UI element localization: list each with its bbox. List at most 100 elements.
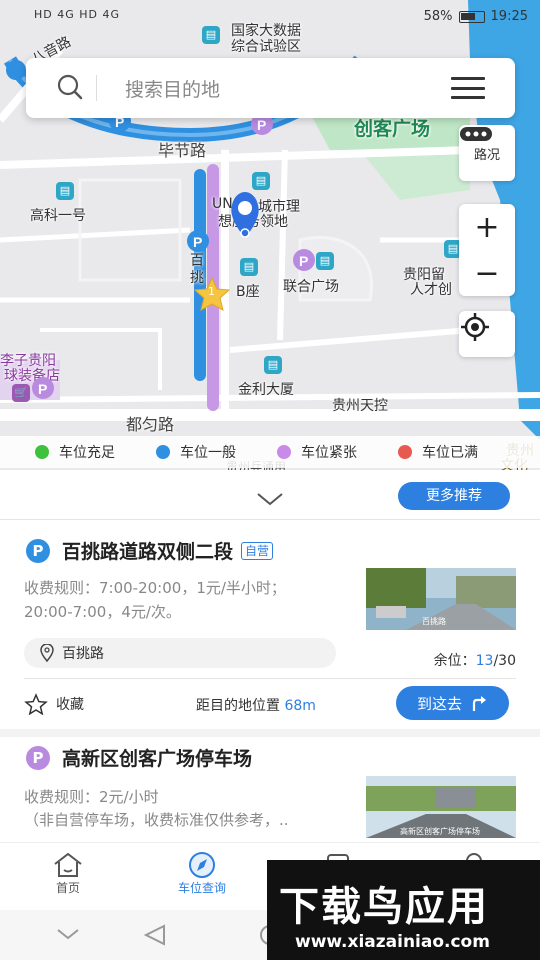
poi-chuangke[interactable]: 创客广场 — [354, 114, 430, 141]
watermark-banner: 下载鸟应用 www.xiazainiao.com — [267, 860, 540, 960]
card1-address: 百挑路 — [24, 638, 336, 668]
star-marker-number: 1 — [208, 285, 215, 298]
app-screen: 国家大数据 综合试验区 ▤ 八音路 创客广场 毕节路 ▤ 高科一号 ▤ UN 城… — [0, 0, 540, 960]
traffic-label: 路况 — [473, 147, 500, 163]
poi-jinli[interactable]: 金利大厦 — [238, 379, 294, 399]
compass-icon — [189, 852, 215, 878]
signal-info: HD 4G HD 4G — [34, 8, 121, 21]
legend-dot — [156, 445, 170, 459]
legend-label: 车位已满 — [422, 445, 478, 461]
card1-title-row[interactable]: P 百挑路道路双侧二段 自营 — [26, 537, 274, 564]
card2-thumb-caption: 高新区创客广场停车场 — [400, 827, 480, 836]
remaining-total: /30 — [493, 653, 516, 669]
card1-thumbnail: 百挑路 — [366, 568, 516, 630]
card1-distance: 距目的地位置 68m — [196, 695, 316, 715]
poi-rencai: 人才创 — [410, 282, 452, 298]
legend-dot — [398, 445, 412, 459]
navigate-label: 到这去 — [416, 694, 462, 713]
chevron-down-icon[interactable] — [256, 492, 284, 506]
card1-fee-line1: 收费规则：7:00-20:00，1元/半小时； — [24, 579, 286, 597]
search-icon — [52, 68, 92, 108]
legend-label: 车位充足 — [59, 445, 115, 461]
legend-item: 车位已满 — [398, 442, 519, 462]
menu-icon[interactable] — [451, 77, 485, 99]
poi-bzuo: B座 — [236, 284, 260, 300]
home-icon — [54, 852, 82, 877]
legend-item: 车位紧张 — [277, 442, 398, 462]
battery-percent: 58% — [423, 9, 453, 24]
tab-parking-search-label: 车位查询 — [177, 881, 226, 895]
star-icon — [24, 693, 48, 715]
traffic-icon — [460, 127, 492, 141]
building-icon: ▤ — [316, 252, 334, 270]
zoom-controls: + − — [459, 204, 515, 296]
card2-thumbnail: 高新区创客广场停车场 — [366, 776, 516, 838]
clock: 19:25 — [490, 9, 528, 24]
card1-title: 百挑路道路双侧二段 — [62, 541, 234, 563]
turn-right-icon — [472, 696, 486, 711]
parking-icon: P — [26, 745, 50, 770]
locate-icon — [461, 313, 489, 341]
watermark-url: www.xiazainiao.com — [295, 932, 490, 952]
map-view[interactable]: 国家大数据 综合试验区 ▤ 八音路 创客广场 毕节路 ▤ 高科一号 ▤ UN 城… — [0, 0, 540, 470]
legend-label: 车位紧张 — [301, 445, 357, 461]
shop-icon: 🛒 — [12, 384, 30, 402]
card2-fee-line1: 收费规则：2元/小时 — [24, 788, 159, 806]
status-bar: HD 4G HD 4G 58% 19:25 — [0, 0, 540, 36]
favorite-label: 收藏 — [56, 697, 84, 713]
divider — [0, 519, 540, 520]
search-bar[interactable]: 搜索目的地 — [26, 58, 515, 118]
zoom-in-button[interactable]: + — [459, 204, 515, 250]
card1-thumb-caption: 百挑路 — [422, 617, 446, 626]
search-separator — [96, 75, 97, 101]
distance-value: 68m — [284, 698, 316, 714]
poi-citymgmt-line2: 想服务领地 — [218, 214, 288, 230]
poi-unc: UN — [212, 196, 233, 212]
card1-remaining: 余位：13/30 — [434, 650, 516, 670]
building-icon: ▤ — [264, 356, 282, 374]
distance-label: 距目的地位置 — [196, 698, 280, 714]
road-bijie: 毕节路 — [158, 141, 207, 160]
collapse-icon — [57, 929, 79, 940]
divider — [24, 678, 516, 679]
search-input[interactable]: 搜索目的地 — [125, 75, 451, 102]
legend-dot — [35, 445, 49, 459]
self-operated-badge: 自营 — [241, 541, 274, 560]
locate-button[interactable] — [459, 311, 515, 357]
legend-label: 车位一般 — [180, 445, 236, 461]
building-icon: ▤ — [240, 258, 258, 276]
poi-tiankong[interactable]: 贵州天控 — [332, 395, 388, 415]
card1-fee-line2: 20:00-7:00，4元/次。 — [24, 603, 181, 621]
building-icon: ▤ — [56, 182, 74, 200]
poi-qiuzhuang: 球装备店 — [4, 368, 60, 384]
zoom-out-button[interactable]: − — [459, 250, 515, 296]
poi-baitiao-line2: 挑 — [190, 270, 204, 286]
card2-title-row[interactable]: P 高新区创客广场停车场 — [26, 744, 252, 771]
watermark-title: 下载鸟应用 — [279, 884, 489, 930]
status-right: 58% 19:25 — [424, 9, 528, 24]
parking-legend: 车位充足 车位一般 车位紧张 车位已满 — [0, 436, 540, 468]
card1-address-text: 百挑路 — [62, 646, 104, 662]
card-separator — [0, 729, 540, 737]
more-recommend-button[interactable]: 更多推荐 — [398, 482, 510, 510]
back-icon — [143, 924, 165, 946]
legend-item: 车位充足 — [35, 442, 156, 462]
remaining-label: 余位： — [433, 653, 476, 669]
remaining-free: 13 — [475, 653, 494, 669]
legend-dot — [277, 445, 291, 459]
poi-gaokeyi[interactable]: 高科一号 — [30, 205, 86, 225]
navigate-button[interactable]: 到这去 — [396, 686, 509, 720]
legend-item: 车位一般 — [156, 442, 277, 462]
traffic-button[interactable]: 路况 — [459, 125, 515, 181]
location-pin-icon — [40, 644, 54, 662]
favorite-button[interactable]: 收藏 — [24, 693, 84, 715]
poi-lianhe[interactable]: 联合广场 — [283, 276, 339, 296]
building-icon: ▤ — [252, 172, 270, 190]
battery-icon — [458, 10, 485, 23]
card2-title: 高新区创客广场停车场 — [62, 748, 253, 770]
tab-home[interactable]: 首页 — [18, 843, 118, 911]
tab-home-label: 首页 — [55, 881, 80, 895]
card2-fee-line2: （非自营停车场，收费标准仅供参考，.. — [24, 811, 289, 829]
poi-guojia-line2: 综合试验区 — [231, 39, 301, 55]
tab-parking-search[interactable]: 车位查询 — [152, 843, 252, 911]
